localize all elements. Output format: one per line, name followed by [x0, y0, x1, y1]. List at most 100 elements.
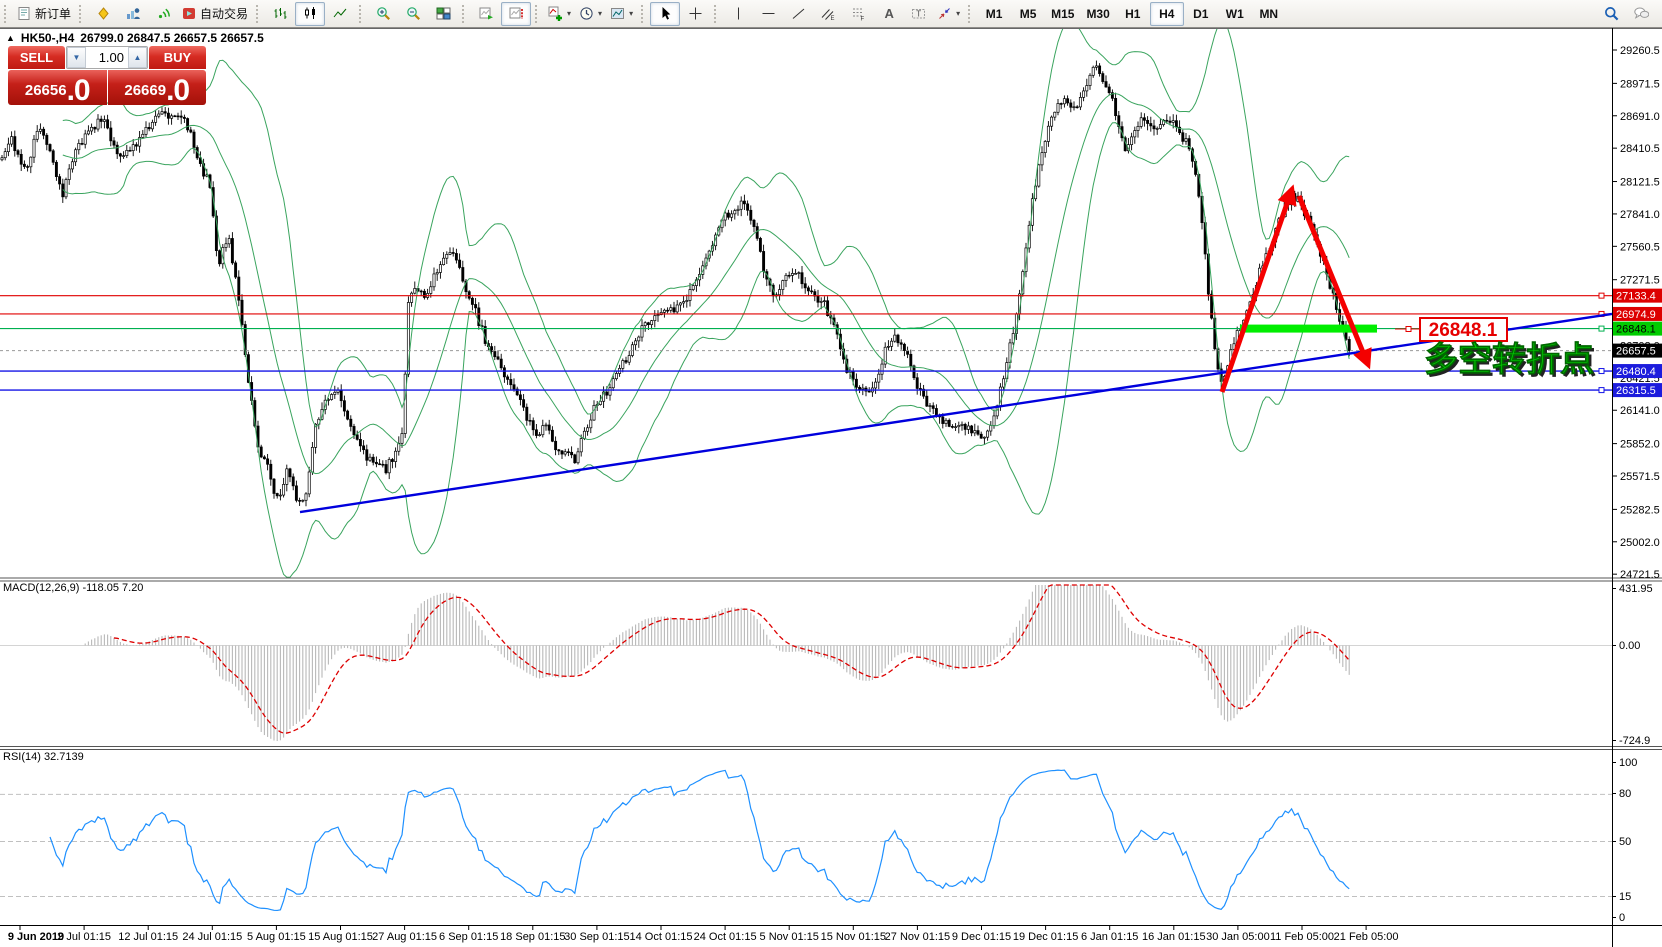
timeframe-h1-button[interactable]: H1 — [1116, 2, 1150, 26]
timeframe-mn-label: MN — [1259, 7, 1278, 21]
equidistant-channel-button[interactable]: E — [813, 2, 843, 26]
cursor-button[interactable] — [650, 2, 680, 26]
svg-text:0.00: 0.00 — [1619, 640, 1640, 652]
chart-canvas[interactable]: 29260.5 28971.5 28691.0 28410.5 28121.5 27841… — [0, 0, 1662, 947]
toolbar-grip[interactable] — [79, 5, 85, 23]
timeframe-m15-label: M15 — [1051, 7, 1074, 21]
chat-icon — [1634, 6, 1649, 21]
chat-button[interactable] — [1626, 2, 1656, 26]
indicators-icon — [548, 6, 563, 21]
text-button[interactable]: A — [873, 2, 903, 26]
toolbar-grip[interactable] — [4, 5, 10, 23]
svg-text:0: 0 — [1619, 912, 1625, 924]
price-level-badge-text: 26974.9 — [1616, 309, 1656, 321]
price-tick-label: 29260.5 — [1620, 45, 1660, 57]
dropdown-caret-icon[interactable]: ▾ — [598, 9, 602, 18]
templates-icon — [610, 6, 625, 21]
toolbar-grip[interactable] — [462, 5, 468, 23]
text-label-button[interactable]: T — [903, 2, 933, 26]
price-tick-label: 25002.0 — [1620, 537, 1660, 549]
periods-icon — [579, 6, 594, 21]
time-tick-label: 19 Dec 01:15 — [1013, 931, 1078, 943]
time-tick-label: 30 Sep 01:15 — [564, 931, 629, 943]
zoom-out-button[interactable] — [398, 2, 428, 26]
buy-price-pips: .0 — [166, 78, 189, 104]
trend-line-button[interactable] — [783, 2, 813, 26]
price-tick-label: 28121.5 — [1620, 177, 1660, 189]
timeframe-m15-button[interactable]: M15 — [1045, 2, 1080, 26]
toolbar-grip[interactable] — [359, 5, 365, 23]
dropdown-caret-icon[interactable]: ▾ — [956, 9, 960, 18]
horizontal-line-icon — [761, 6, 776, 21]
volume-control: ▼ ▲ — [66, 46, 148, 69]
arrows-icon — [937, 6, 952, 21]
arrows-button[interactable]: ▾ — [933, 2, 964, 26]
auto-scroll-button[interactable] — [471, 2, 501, 26]
dropdown-caret-icon[interactable]: ▾ — [629, 9, 633, 18]
signals-button[interactable] — [148, 2, 178, 26]
timeframe-mn-button[interactable]: MN — [1252, 2, 1286, 26]
price-tick-label: 24721.5 — [1620, 569, 1660, 581]
buy-price-button[interactable]: 26669.0 — [108, 70, 207, 105]
market-button[interactable] — [88, 2, 118, 26]
candle-chart-button[interactable] — [295, 2, 325, 26]
timeframe-h4-button[interactable]: H4 — [1150, 2, 1184, 26]
periods-button[interactable]: ▾ — [575, 2, 606, 26]
line-anchor-handle — [1599, 369, 1604, 374]
collapse-panel-icon[interactable]: ▲ — [6, 33, 15, 43]
market-icon — [96, 6, 111, 21]
volume-down-button[interactable]: ▼ — [67, 47, 86, 68]
toolbar-grip[interactable] — [968, 5, 974, 23]
toolbar-grip[interactable] — [641, 5, 647, 23]
line-anchor-handle — [1599, 388, 1604, 393]
sell-button[interactable]: SELL — [8, 46, 65, 69]
toolbar-grip[interactable] — [714, 5, 720, 23]
buy-button[interactable]: BUY — [149, 46, 206, 69]
tile-windows-button[interactable] — [428, 2, 458, 26]
search-button[interactable] — [1596, 2, 1626, 26]
timeframe-m5-label: M5 — [1020, 7, 1037, 21]
timeframe-m30-button[interactable]: M30 — [1080, 2, 1115, 26]
fibonacci-button[interactable]: F — [843, 2, 873, 26]
chart-shift-button[interactable] — [501, 2, 531, 26]
bar-chart-button[interactable] — [265, 2, 295, 26]
new-order-button[interactable]: 新订单 — [13, 2, 75, 26]
text-icon: A — [881, 6, 896, 21]
vertical-line-button[interactable] — [723, 2, 753, 26]
templates-button[interactable]: ▾ — [606, 2, 637, 26]
price-tag-text: 26848.1 — [1429, 320, 1498, 341]
sell-price-button[interactable]: 26656.0 — [8, 70, 107, 105]
price-tick-label: 27841.0 — [1620, 209, 1660, 221]
indicators-button[interactable]: ▾ — [544, 2, 575, 26]
toolbar-grip[interactable] — [535, 5, 541, 23]
timeframe-d1-button[interactable]: D1 — [1184, 2, 1218, 26]
time-tick-label: 5 Aug 01:15 — [247, 931, 306, 943]
price-tick-label: 28410.5 — [1620, 143, 1660, 155]
horizontal-line-button[interactable] — [753, 2, 783, 26]
price-tick-label: 28971.5 — [1620, 78, 1660, 90]
time-tick-label: 5 Nov 01:15 — [760, 931, 819, 943]
crosshair-button[interactable] — [680, 2, 710, 26]
svg-text:50: 50 — [1619, 836, 1631, 848]
toolbar-grip[interactable] — [256, 5, 262, 23]
timeframe-m1-button[interactable]: M1 — [977, 2, 1011, 26]
time-tick-label: 2 Jul 01:15 — [57, 931, 111, 943]
line-chart-button[interactable] — [325, 2, 355, 26]
zoom-in-icon — [376, 6, 391, 21]
timeframe-w1-label: W1 — [1226, 7, 1244, 21]
line-anchor-handle — [1599, 326, 1604, 331]
volume-input[interactable] — [86, 47, 128, 68]
time-tick-label: 18 Sep 01:15 — [500, 931, 565, 943]
dropdown-caret-icon[interactable]: ▾ — [567, 9, 571, 18]
svg-text:431.95: 431.95 — [1619, 583, 1653, 595]
volume-up-button[interactable]: ▲ — [128, 47, 147, 68]
autotrading-button[interactable]: 自动交易 — [178, 2, 252, 26]
timeframe-w1-button[interactable]: W1 — [1218, 2, 1252, 26]
time-tick-label: 24 Jul 01:15 — [182, 931, 242, 943]
profile-button[interactable] — [118, 2, 148, 26]
turning-point-note[interactable]: 多空转折点多空转折点 — [1424, 341, 1597, 382]
cursor-icon — [658, 6, 673, 21]
price-tick-label: 28691.0 — [1620, 111, 1660, 123]
zoom-in-button[interactable] — [368, 2, 398, 26]
timeframe-m5-button[interactable]: M5 — [1011, 2, 1045, 26]
